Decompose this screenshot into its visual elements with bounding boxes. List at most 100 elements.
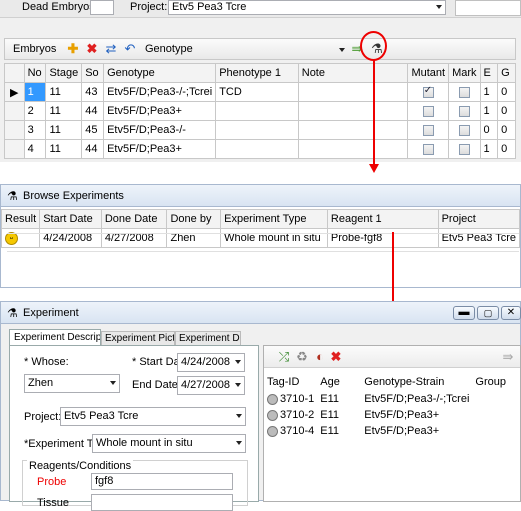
- tab-experiment-description[interactable]: Experiment Description: [9, 329, 101, 345]
- cell-so[interactable]: 45: [81, 120, 105, 140]
- table-row[interactable]: 2 11 44 Etv5F/D;Pea3+ 1 0: [4, 101, 516, 121]
- table-row[interactable]: ᵕ 4/24/2008 4/27/2008 Zhen Whole mount i…: [0, 228, 521, 248]
- table-row[interactable]: 3710-2 E11 Etv5F/D;Pea3+: [264, 407, 520, 423]
- experiment-type-select[interactable]: Whole mount in situ: [92, 434, 246, 453]
- col-reagent[interactable]: Reagent 1: [326, 209, 439, 229]
- cell-genotype[interactable]: Etv5F/D;Pea3+: [103, 101, 217, 121]
- cell-stage[interactable]: 11: [45, 139, 83, 159]
- table-row[interactable]: 4 11 44 Etv5F/D;Pea3+ 1 0: [4, 139, 516, 159]
- cell-genotype[interactable]: Etv5F/D;Pea3+: [103, 139, 217, 159]
- table-row[interactable]: 3710-1 E11 Etv5F/D;Pea3-/-;Tcrei: [264, 391, 520, 407]
- table-row[interactable]: ▶11143Etv5F/D;Pea3-/-;TcreiTCD10: [4, 82, 516, 102]
- end-date-label: End Date:: [132, 379, 181, 391]
- export-icon[interactable]: ⇛: [500, 349, 516, 365]
- probe-input[interactable]: fgf8: [91, 473, 233, 490]
- add-icon[interactable]: ✚: [65, 41, 81, 57]
- cell-g[interactable]: 0: [497, 101, 516, 121]
- cell-note[interactable]: [297, 120, 409, 140]
- col-start-date[interactable]: Start Date: [39, 209, 102, 229]
- cell-phenotype[interactable]: TCD: [215, 82, 299, 102]
- col-done-date[interactable]: Done Date: [100, 209, 168, 229]
- cell-phenotype[interactable]: [215, 139, 299, 159]
- chevron-down-icon[interactable]: [339, 48, 345, 52]
- row-indicator: [4, 120, 25, 140]
- cell-g[interactable]: 0: [497, 120, 516, 140]
- cell-e[interactable]: 1: [479, 82, 499, 102]
- cell-note[interactable]: [297, 82, 409, 102]
- mutant-checkbox[interactable]: [422, 124, 434, 136]
- close-button[interactable]: ✕: [501, 306, 521, 320]
- col-g[interactable]: G: [497, 63, 516, 83]
- mark-checkbox[interactable]: [458, 86, 470, 98]
- mutant-checkbox[interactable]: [422, 85, 434, 98]
- cell-genotype[interactable]: Etv5F/D;Pea3-/-;Tcrei: [103, 82, 217, 102]
- col-phenotype[interactable]: Phenotype 1: [215, 63, 299, 83]
- cell-stage[interactable]: 11: [45, 120, 83, 140]
- whose-select[interactable]: Zhen: [24, 374, 120, 393]
- start-date-picker[interactable]: 4/24/2008: [177, 353, 245, 372]
- cell-so[interactable]: 43: [81, 82, 105, 102]
- col-done-by[interactable]: Done by: [166, 209, 222, 229]
- col-project[interactable]: Project: [437, 209, 521, 229]
- col-mark[interactable]: Mark: [448, 63, 481, 83]
- cell-note[interactable]: [297, 101, 409, 121]
- cell-g[interactable]: 0: [497, 139, 516, 159]
- add-tag-icon[interactable]: ⤮: [276, 349, 292, 365]
- cell-no[interactable]: 3: [23, 120, 47, 140]
- project-select[interactable]: Etv5 Pea3 Tcre: [168, 0, 446, 15]
- col-experiment-type[interactable]: Experiment Type: [220, 209, 328, 229]
- cell-phenotype[interactable]: [215, 101, 299, 121]
- cell-phenotype[interactable]: [215, 120, 299, 140]
- minimize-button[interactable]: ▬: [453, 306, 475, 320]
- col-group[interactable]: Group: [472, 372, 520, 391]
- cell-g[interactable]: 0: [497, 82, 516, 102]
- dead-embryos-input[interactable]: [90, 0, 114, 15]
- mark-checkbox[interactable]: [458, 124, 470, 136]
- cell-e[interactable]: 0: [479, 120, 499, 140]
- chevron-down-icon: [436, 5, 442, 9]
- delete-icon[interactable]: ✖: [84, 41, 100, 57]
- cell-note[interactable]: [297, 139, 409, 159]
- mutant-checkbox[interactable]: [422, 143, 434, 155]
- cell-no[interactable]: 4: [23, 139, 47, 159]
- undo-icon[interactable]: ↶: [122, 41, 138, 57]
- maximize-button[interactable]: ▢: [477, 306, 499, 320]
- col-so[interactable]: So: [81, 63, 105, 83]
- col-stage[interactable]: Stage: [45, 63, 83, 83]
- col-tag-id[interactable]: Tag-ID: [264, 372, 317, 391]
- cell-no[interactable]: 2: [23, 101, 47, 121]
- end-date-picker[interactable]: 4/27/2008: [177, 376, 245, 395]
- delete-icon[interactable]: ✖: [328, 349, 344, 365]
- table-row[interactable]: 3 11 45 Etv5F/D;Pea3-/- 0 0: [4, 120, 516, 140]
- tab-experiment-pictures[interactable]: Experiment Pictures: [101, 331, 175, 345]
- cell-no[interactable]: 1: [23, 82, 47, 102]
- mark-checkbox[interactable]: [458, 105, 470, 117]
- table-row[interactable]: 3710-4 E11 Etv5F/D;Pea3+: [264, 423, 520, 439]
- col-genotype[interactable]: Genotype: [103, 63, 217, 83]
- col-genotype-strain[interactable]: Genotype-Strain: [361, 372, 472, 391]
- swap-icon[interactable]: ⇄: [103, 41, 119, 57]
- col-mutant[interactable]: Mutant: [407, 63, 450, 83]
- col-note[interactable]: Note: [297, 63, 409, 83]
- tissue-label: Tissue: [37, 497, 69, 509]
- mutant-checkbox[interactable]: [422, 105, 434, 117]
- tab-experiment-data[interactable]: Experiment Data: [175, 331, 241, 345]
- cell-e[interactable]: 1: [479, 101, 499, 121]
- mark-checkbox[interactable]: [458, 143, 470, 155]
- embryo-icon[interactable]: ◐: [312, 349, 328, 365]
- cell-so[interactable]: 44: [81, 101, 105, 121]
- cell-stage[interactable]: 11: [45, 101, 83, 121]
- top-panel: Dead Embryos: Project: Etv5 Pea3 Tcre Em…: [0, 0, 521, 162]
- col-age[interactable]: Age: [317, 372, 361, 391]
- tissue-input[interactable]: [91, 494, 233, 511]
- cell-so[interactable]: 44: [81, 139, 105, 159]
- project-select[interactable]: Etv5 Pea3 Tcre: [60, 407, 246, 426]
- cell-e[interactable]: 1: [479, 139, 499, 159]
- row-indicator: [4, 139, 25, 159]
- cell-genotype[interactable]: Etv5F/D;Pea3-/-: [103, 120, 217, 140]
- col-no[interactable]: No: [23, 63, 47, 83]
- cell-stage[interactable]: 11: [45, 82, 83, 102]
- col-e[interactable]: E: [479, 63, 499, 83]
- col-result[interactable]: Result: [0, 209, 41, 229]
- refresh-icon[interactable]: ♻: [294, 349, 310, 365]
